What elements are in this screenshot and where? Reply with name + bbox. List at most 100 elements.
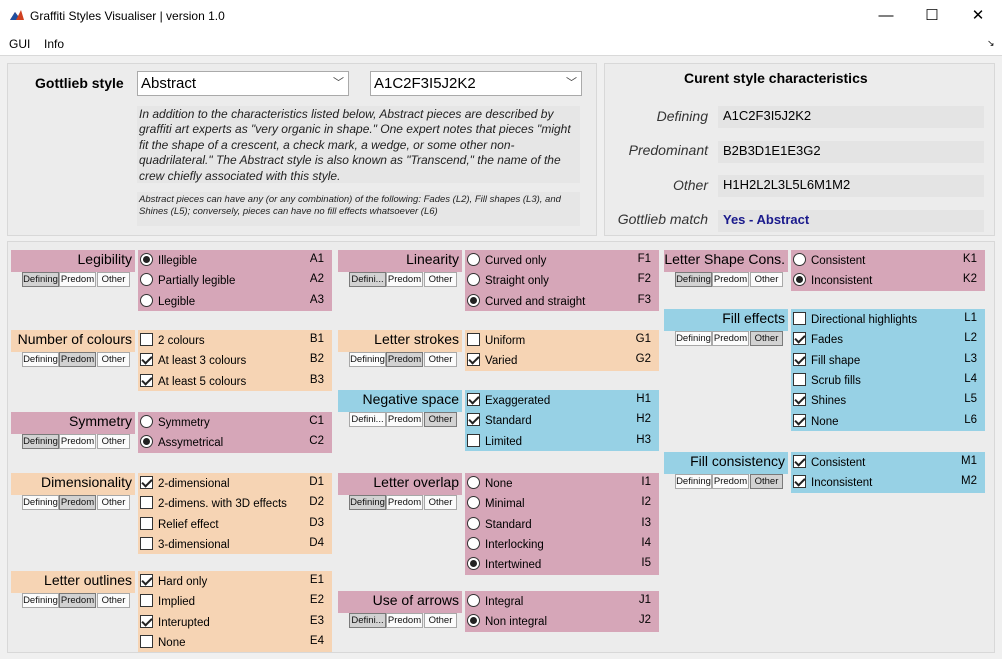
radio-button[interactable] (467, 536, 480, 550)
menu-info[interactable]: Info (44, 37, 64, 51)
checkbox[interactable] (140, 634, 153, 648)
toggle-other-fill-consistency[interactable]: Other (750, 474, 783, 489)
checkbox[interactable] (467, 333, 480, 346)
toggle-other-negative-space[interactable]: Other (424, 412, 457, 427)
toggle-defining-number-of-colours[interactable]: Defining (22, 352, 59, 367)
option-d2[interactable]: 2-dimens. with 3D effects D2 (140, 496, 330, 514)
toggle-predom-dimensionality[interactable]: Predom (59, 495, 96, 510)
toggle-predom-legibility[interactable]: Predom (59, 272, 96, 287)
radio-button[interactable] (140, 253, 153, 266)
toggle-defining-letter-overlap[interactable]: Defining (349, 495, 386, 510)
radio-button[interactable] (793, 253, 806, 266)
toggle-defining-legibility[interactable]: Defining (22, 272, 59, 287)
option-h3[interactable]: Limited H3 (467, 433, 657, 452)
toggle-other-linearity[interactable]: Other (424, 272, 457, 287)
checkbox[interactable] (793, 372, 806, 386)
checkbox[interactable] (140, 476, 153, 489)
radio-button[interactable] (140, 435, 153, 449)
checkbox[interactable] (793, 352, 806, 366)
checkbox[interactable] (793, 475, 806, 489)
option-b2[interactable]: At least 3 colours B2 (140, 353, 330, 371)
toggle-defining-letter-outlines[interactable]: Defining (22, 593, 59, 608)
toggle-predom-letter-strokes[interactable]: Predom (386, 352, 423, 367)
option-k1[interactable]: Consistent K1 (793, 253, 983, 271)
option-a2[interactable]: Partially legible A2 (140, 273, 330, 291)
option-h1[interactable]: Exaggerated H1 (467, 393, 657, 411)
checkbox[interactable] (793, 413, 806, 427)
toggle-defining-fill-consistency[interactable]: Defining (675, 474, 712, 489)
option-c1[interactable]: Symmetry C1 (140, 415, 330, 433)
style-dropdown[interactable]: Abstract ﹀ (137, 71, 349, 96)
checkbox[interactable] (467, 353, 480, 367)
checkbox[interactable] (793, 332, 806, 346)
option-i5[interactable]: Intertwined I5 (467, 557, 657, 575)
maximize-button[interactable]: ☐ (909, 0, 955, 32)
toggle-predom-linearity[interactable]: Predom (386, 272, 423, 287)
checkbox[interactable] (793, 393, 806, 407)
checkbox[interactable] (793, 312, 806, 325)
toggle-predom-fill-effects[interactable]: Predom (712, 331, 749, 346)
option-d3[interactable]: Relief effect D3 (140, 516, 330, 535)
checkbox[interactable] (140, 574, 153, 587)
option-l4[interactable]: Scrub fills L4 (793, 372, 983, 391)
option-g2[interactable]: Varied G2 (467, 353, 657, 371)
checkbox[interactable] (467, 433, 480, 447)
option-l5[interactable]: Shines L5 (793, 393, 983, 411)
toggle-predom-number-of-colours[interactable]: Predom (59, 352, 96, 367)
option-f1[interactable]: Curved only F1 (467, 253, 657, 271)
radio-button[interactable] (467, 516, 480, 530)
option-l1[interactable]: Directional highlights L1 (793, 312, 983, 330)
toggle-defining-symmetry[interactable]: Defining (22, 434, 59, 449)
radio-button[interactable] (467, 273, 480, 287)
toggle-predom-letter-overlap[interactable]: Predom (386, 495, 423, 510)
option-l6[interactable]: None L6 (793, 413, 983, 432)
option-a1[interactable]: Illegible A1 (140, 253, 330, 271)
checkbox[interactable] (140, 496, 153, 510)
option-d4[interactable]: 3-dimensional D4 (140, 536, 330, 555)
checkbox[interactable] (140, 614, 153, 628)
code-dropdown[interactable]: A1C2F3I5J2K2 ﹀ (370, 71, 582, 96)
toggle-other-use-of-arrows[interactable]: Other (424, 613, 457, 628)
option-j1[interactable]: Integral J1 (467, 594, 657, 612)
option-b1[interactable]: 2 colours B1 (140, 333, 330, 351)
toggle-other-fill-effects[interactable]: Other (750, 331, 783, 346)
radio-button[interactable] (467, 496, 480, 510)
option-d1[interactable]: 2-dimensional D1 (140, 476, 330, 494)
toggle-other-symmetry[interactable]: Other (97, 434, 130, 449)
toggle-other-dimensionality[interactable]: Other (97, 495, 130, 510)
menu-gui[interactable]: GUI (9, 37, 30, 51)
option-i1[interactable]: None I1 (467, 476, 657, 494)
checkbox[interactable] (140, 353, 153, 367)
radio-button[interactable] (140, 293, 153, 307)
toggle-other-legibility[interactable]: Other (97, 272, 130, 287)
option-e3[interactable]: Interupted E3 (140, 614, 330, 633)
toggle-other-letter-strokes[interactable]: Other (424, 352, 457, 367)
toggle-other-letter-shape-cons[interactable]: Other (750, 272, 783, 287)
toggle-defining-letter-strokes[interactable]: Defining (349, 352, 386, 367)
option-i2[interactable]: Minimal I2 (467, 496, 657, 514)
checkbox[interactable] (140, 594, 153, 608)
option-i4[interactable]: Interlocking I4 (467, 536, 657, 555)
option-a3[interactable]: Legible A3 (140, 293, 330, 312)
toggle-predom-fill-consistency[interactable]: Predom (712, 474, 749, 489)
toggle-other-letter-outlines[interactable]: Other (97, 593, 130, 608)
option-c2[interactable]: Assymetrical C2 (140, 435, 330, 453)
option-k2[interactable]: Inconsistent K2 (793, 273, 983, 291)
toggle-defining-fill-effects[interactable]: Defining (675, 331, 712, 346)
option-l3[interactable]: Fill shape L3 (793, 352, 983, 371)
toggle-predom-letter-outlines[interactable]: Predom (59, 593, 96, 608)
checkbox[interactable] (140, 536, 153, 550)
checkbox[interactable] (140, 333, 153, 346)
option-m2[interactable]: Inconsistent M2 (793, 475, 983, 493)
toggle-predom-symmetry[interactable]: Predom (59, 434, 96, 449)
radio-button[interactable] (467, 253, 480, 266)
option-e2[interactable]: Implied E2 (140, 594, 330, 612)
toggle-defining-dimensionality[interactable]: Defining (22, 495, 59, 510)
option-e1[interactable]: Hard only E1 (140, 574, 330, 592)
toggle-defining-use-of-arrows[interactable]: Defini... (349, 613, 386, 628)
checkbox[interactable] (793, 455, 806, 468)
radio-button[interactable] (467, 594, 480, 607)
toggle-defining-letter-shape-cons[interactable]: Defining (675, 272, 712, 287)
toggle-predom-negative-space[interactable]: Predom (386, 412, 423, 427)
option-l2[interactable]: Fades L2 (793, 332, 983, 350)
